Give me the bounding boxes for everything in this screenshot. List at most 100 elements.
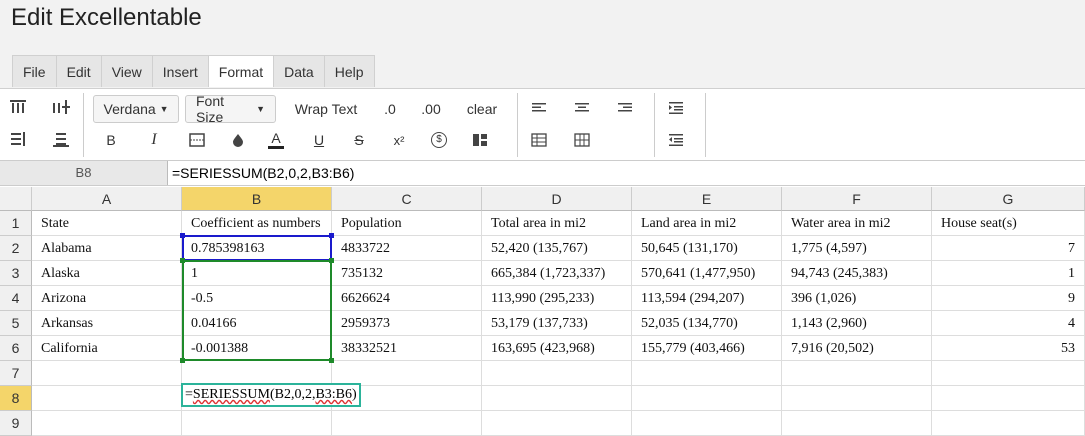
cell-b9[interactable]: [182, 411, 332, 436]
column-header-f[interactable]: F: [782, 187, 932, 211]
column-header-b[interactable]: B: [182, 187, 332, 211]
cell-a2[interactable]: Alabama: [32, 236, 182, 261]
indent-decrease-icon[interactable]: [664, 127, 688, 153]
cell-c3[interactable]: 735132: [332, 261, 482, 286]
row-header-8[interactable]: 8: [0, 386, 32, 411]
menu-view[interactable]: View: [100, 55, 152, 87]
increase-decimal-button[interactable]: .00: [416, 95, 446, 123]
cell-f6[interactable]: 7,916 (20,502): [782, 336, 932, 361]
cell-f4[interactable]: 396 (1,026): [782, 286, 932, 311]
strikethrough-button[interactable]: S: [346, 127, 372, 153]
cell-g8[interactable]: [932, 386, 1085, 411]
align-left-icon[interactable]: [528, 95, 550, 121]
row-header-5[interactable]: 5: [0, 311, 32, 336]
cell-e8[interactable]: [632, 386, 782, 411]
merge-cells-icon[interactable]: [467, 127, 493, 153]
cell-e7[interactable]: [632, 361, 782, 386]
cell-d4[interactable]: 113,990 (295,233): [482, 286, 632, 311]
cell-g6[interactable]: 53: [932, 336, 1085, 361]
delete-row-icon[interactable]: [8, 129, 30, 149]
cell-c5[interactable]: 2959373: [332, 311, 482, 336]
menu-format[interactable]: Format: [207, 55, 274, 87]
cell-c9[interactable]: [332, 411, 482, 436]
formula-input[interactable]: =SERIESSUM(B2,0,2,B3:B6): [172, 161, 354, 185]
wrap-text-button[interactable]: Wrap Text: [286, 95, 366, 123]
cell-e9[interactable]: [632, 411, 782, 436]
borders-icon[interactable]: [184, 127, 210, 153]
cell-e6[interactable]: 155,779 (403,466): [632, 336, 782, 361]
cell-e1[interactable]: Land area in mi2: [632, 211, 782, 236]
cell-e3[interactable]: 570,641 (1,477,950): [632, 261, 782, 286]
cell-d1[interactable]: Total area in mi2: [482, 211, 632, 236]
delete-column-icon[interactable]: [50, 129, 72, 149]
row-header-4[interactable]: 4: [0, 286, 32, 311]
bold-button[interactable]: B: [98, 127, 124, 153]
select-all-corner[interactable]: [0, 187, 32, 211]
cell-a7[interactable]: [32, 361, 182, 386]
range-handle[interactable]: [329, 358, 334, 363]
cell-d9[interactable]: [482, 411, 632, 436]
row-header-3[interactable]: 3: [0, 261, 32, 286]
column-header-e[interactable]: E: [632, 187, 782, 211]
row-header-9[interactable]: 9: [0, 411, 32, 436]
cell-f8[interactable]: [782, 386, 932, 411]
cell-c2[interactable]: 4833722: [332, 236, 482, 261]
cell-editor[interactable]: =SERIESSUM(B2,0,2,B3:B6): [181, 383, 361, 407]
row-header-2[interactable]: 2: [0, 236, 32, 261]
clear-format-button[interactable]: clear: [460, 95, 504, 123]
range-handle[interactable]: [329, 258, 334, 263]
cell-f7[interactable]: [782, 361, 932, 386]
indent-increase-icon[interactable]: [664, 95, 688, 121]
cell-d3[interactable]: 665,384 (1,723,337): [482, 261, 632, 286]
cell-c4[interactable]: 6626624: [332, 286, 482, 311]
cell-f9[interactable]: [782, 411, 932, 436]
currency-button[interactable]: $: [426, 127, 452, 153]
range-handle[interactable]: [180, 258, 185, 263]
cell-e5[interactable]: 52,035 (134,770): [632, 311, 782, 336]
range-handle[interactable]: [180, 358, 185, 363]
cell-g7[interactable]: [932, 361, 1085, 386]
cell-d6[interactable]: 163,695 (423,968): [482, 336, 632, 361]
cell-a5[interactable]: Arkansas: [32, 311, 182, 336]
cell-f2[interactable]: 1,775 (4,597): [782, 236, 932, 261]
cell-g9[interactable]: [932, 411, 1085, 436]
italic-button[interactable]: I: [141, 127, 167, 153]
range-handle[interactable]: [180, 233, 185, 238]
cell-g5[interactable]: 4: [932, 311, 1085, 336]
cell-a4[interactable]: Arizona: [32, 286, 182, 311]
column-header-a[interactable]: A: [32, 187, 182, 211]
superscript-button[interactable]: x²: [386, 127, 412, 153]
cell-a8[interactable]: [32, 386, 182, 411]
cell-a6[interactable]: California: [32, 336, 182, 361]
menu-edit[interactable]: Edit: [55, 55, 101, 87]
insert-column-icon[interactable]: [50, 97, 72, 117]
cell-b1[interactable]: Coefficient as numbers: [182, 211, 332, 236]
cell-c1[interactable]: Population: [332, 211, 482, 236]
insert-row-above-icon[interactable]: [8, 97, 30, 117]
cell-g1[interactable]: House seat(s): [932, 211, 1085, 236]
column-header-c[interactable]: C: [332, 187, 482, 211]
menu-insert[interactable]: Insert: [151, 55, 208, 87]
cell-f5[interactable]: 1,143 (2,960): [782, 311, 932, 336]
font-family-dropdown[interactable]: Verdana ▼: [93, 95, 179, 123]
underline-button[interactable]: U: [306, 127, 332, 153]
align-right-icon[interactable]: [614, 95, 636, 121]
cell-d2[interactable]: 52,420 (135,767): [482, 236, 632, 261]
cell-e4[interactable]: 113,594 (294,207): [632, 286, 782, 311]
cell-a1[interactable]: State: [32, 211, 182, 236]
text-color-button[interactable]: A: [263, 127, 289, 153]
decrease-decimal-button[interactable]: .0: [376, 95, 404, 123]
cell-reference-box[interactable]: B8: [0, 161, 168, 185]
fill-color-icon[interactable]: [225, 127, 251, 153]
cell-d8[interactable]: [482, 386, 632, 411]
menu-file[interactable]: File: [12, 55, 56, 87]
cell-a9[interactable]: [32, 411, 182, 436]
cell-a3[interactable]: Alaska: [32, 261, 182, 286]
cell-g2[interactable]: 7: [932, 236, 1085, 261]
menu-data[interactable]: Data: [273, 55, 324, 87]
align-center-icon[interactable]: [571, 95, 593, 121]
cell-g3[interactable]: 1: [932, 261, 1085, 286]
range-handle[interactable]: [329, 233, 334, 238]
column-header-g[interactable]: G: [932, 187, 1085, 211]
column-header-d[interactable]: D: [482, 187, 632, 211]
